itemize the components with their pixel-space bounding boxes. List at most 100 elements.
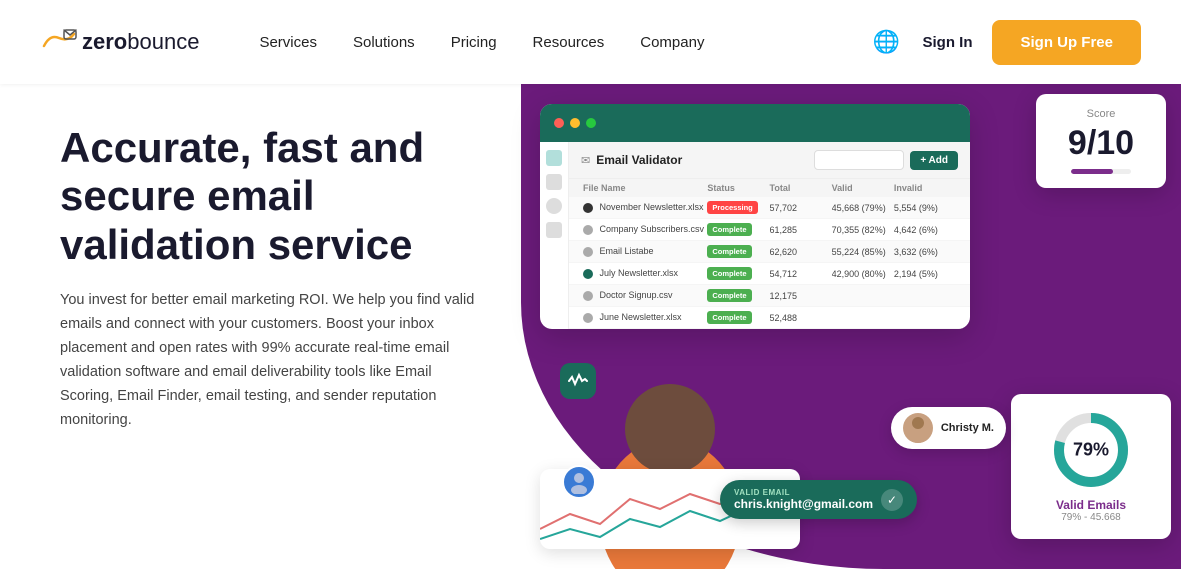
row-valid: 45,668 (79%) [832, 203, 894, 213]
validator-header-row: ✉ Email Validator + Add [569, 142, 970, 179]
row-valid: 70,355 (82%) [832, 225, 894, 235]
col-valid: Valid [832, 183, 894, 193]
sidebar-icon-2 [546, 174, 562, 190]
valid-email-badge: VALID EMAIL chris.knight@gmail.com ✓ [720, 480, 917, 519]
card-sidebar [540, 142, 569, 329]
dot-red [554, 118, 564, 128]
table-row: Doctor Signup.csv Complete 12,175 [569, 285, 970, 307]
row-total: 12,175 [770, 291, 832, 301]
email-validator-card: ✉ Email Validator + Add File Name Status… [540, 104, 970, 329]
sidebar-icon-1 [546, 150, 562, 166]
card-header-bar [540, 104, 970, 142]
logo-icon [40, 28, 78, 56]
valid-email-text: chris.knight@gmail.com [734, 497, 873, 511]
main-content: Accurate, fast and secure email validati… [0, 84, 1181, 569]
valid-emails-title: Valid Emails [1027, 498, 1155, 512]
card-inner: ✉ Email Validator + Add File Name Status… [540, 142, 970, 329]
row-filename: Email Listabe [583, 246, 707, 257]
dot-yellow [570, 118, 580, 128]
activity-icon [568, 371, 588, 391]
christy-name: Christy M. [941, 422, 994, 434]
sidebar-icon-3 [546, 198, 562, 214]
hero-subtext: You invest for better email marketing RO… [60, 289, 480, 433]
nav-solutions[interactable]: Solutions [353, 34, 415, 51]
nav-company[interactable]: Company [640, 34, 704, 51]
row-invalid: 5,554 (9%) [894, 203, 956, 213]
row-dot [583, 225, 593, 235]
row-total: 57,702 [770, 203, 832, 213]
row-invalid: 3,632 (6%) [894, 247, 956, 257]
row-status: Complete [707, 223, 769, 236]
donut-chart: 79% [1051, 410, 1131, 490]
row-status: Complete [707, 245, 769, 258]
row-filename: June Newsletter.xlsx [583, 312, 707, 323]
globe-icon[interactable]: 🌐 [870, 26, 902, 58]
row-status: Complete [707, 289, 769, 302]
row-filename: November Newsletter.xlsx [583, 202, 707, 213]
row-total: 62,620 [770, 247, 832, 257]
valid-email-badge-content: VALID EMAIL chris.knight@gmail.com [734, 488, 873, 511]
row-filename: Company Subscribers.csv [583, 224, 707, 235]
main-nav: Services Solutions Pricing Resources Com… [259, 34, 870, 51]
row-total: 52,488 [770, 313, 832, 323]
row-dot [583, 203, 593, 213]
row-invalid: 2,194 (5%) [894, 269, 956, 279]
col-invalid: Invalid [894, 183, 956, 193]
row-filename: July Newsletter.xlsx [583, 268, 707, 279]
add-button[interactable]: + Add [910, 151, 958, 170]
hero-right: ✉ Email Validator + Add File Name Status… [520, 84, 1181, 569]
validator-title: Email Validator [596, 153, 682, 167]
header: zerobounce Services Solutions Pricing Re… [0, 0, 1181, 84]
col-total: Total [770, 183, 832, 193]
table-row: July Newsletter.xlsx Complete 54,712 42,… [569, 263, 970, 285]
valid-check-icon: ✓ [881, 489, 903, 511]
col-filename: File Name [583, 183, 707, 193]
search-input-placeholder [814, 150, 904, 170]
activity-icon-badge [560, 363, 596, 399]
row-dot [583, 313, 593, 323]
score-bar [1071, 169, 1131, 174]
logo-text: zerobounce [82, 29, 199, 55]
row-dot [583, 291, 593, 301]
row-total: 54,712 [770, 269, 832, 279]
score-label: Score [1052, 108, 1150, 120]
christy-avatar [903, 413, 933, 443]
table-row: Email Listabe Complete 62,620 55,224 (85… [569, 241, 970, 263]
nav-services[interactable]: Services [259, 34, 317, 51]
table-row: June Newsletter.xlsx Complete 52,488 [569, 307, 970, 329]
row-dot [583, 247, 593, 257]
row-total: 61,285 [770, 225, 832, 235]
valid-emails-sub: 79% - 45.668 [1027, 512, 1155, 523]
row-invalid: 4,642 (6%) [894, 225, 956, 235]
row-dot [583, 269, 593, 279]
sign-in-link[interactable]: Sign In [922, 34, 972, 51]
signup-button[interactable]: Sign Up Free [992, 20, 1141, 65]
score-card: Score 9/10 [1036, 94, 1166, 188]
dot-green [586, 118, 596, 128]
card-main: ✉ Email Validator + Add File Name Status… [569, 142, 970, 329]
row-filename: Doctor Signup.csv [583, 290, 707, 301]
sidebar-icon-4 [546, 222, 562, 238]
valid-label: VALID EMAIL [734, 488, 873, 497]
header-right: 🌐 Sign In Sign Up Free [870, 20, 1141, 65]
table-header: File Name Status Total Valid Invalid [569, 179, 970, 197]
nav-resources[interactable]: Resources [533, 34, 605, 51]
row-valid: 55,224 (85%) [832, 247, 894, 257]
nav-pricing[interactable]: Pricing [451, 34, 497, 51]
row-status: Processing [707, 201, 769, 214]
hero-left: Accurate, fast and secure email validati… [0, 84, 520, 569]
score-value: 9/10 [1052, 124, 1150, 163]
logo[interactable]: zerobounce [40, 28, 199, 56]
christy-card: Christy M. [891, 407, 1006, 449]
row-status: Complete [707, 267, 769, 280]
donut-label: 79% [1073, 440, 1109, 461]
table-row: November Newsletter.xlsx Processing 57,7… [569, 197, 970, 219]
hero-headline: Accurate, fast and secure email validati… [60, 124, 480, 269]
small-profile-avatar [562, 465, 596, 499]
row-status: Complete [707, 311, 769, 324]
avatar-icon [903, 413, 933, 443]
col-status: Status [707, 183, 769, 193]
score-bar-fill [1071, 169, 1113, 174]
row-valid: 42,900 (80%) [832, 269, 894, 279]
valid-emails-card: 79% Valid Emails 79% - 45.668 [1011, 394, 1171, 539]
